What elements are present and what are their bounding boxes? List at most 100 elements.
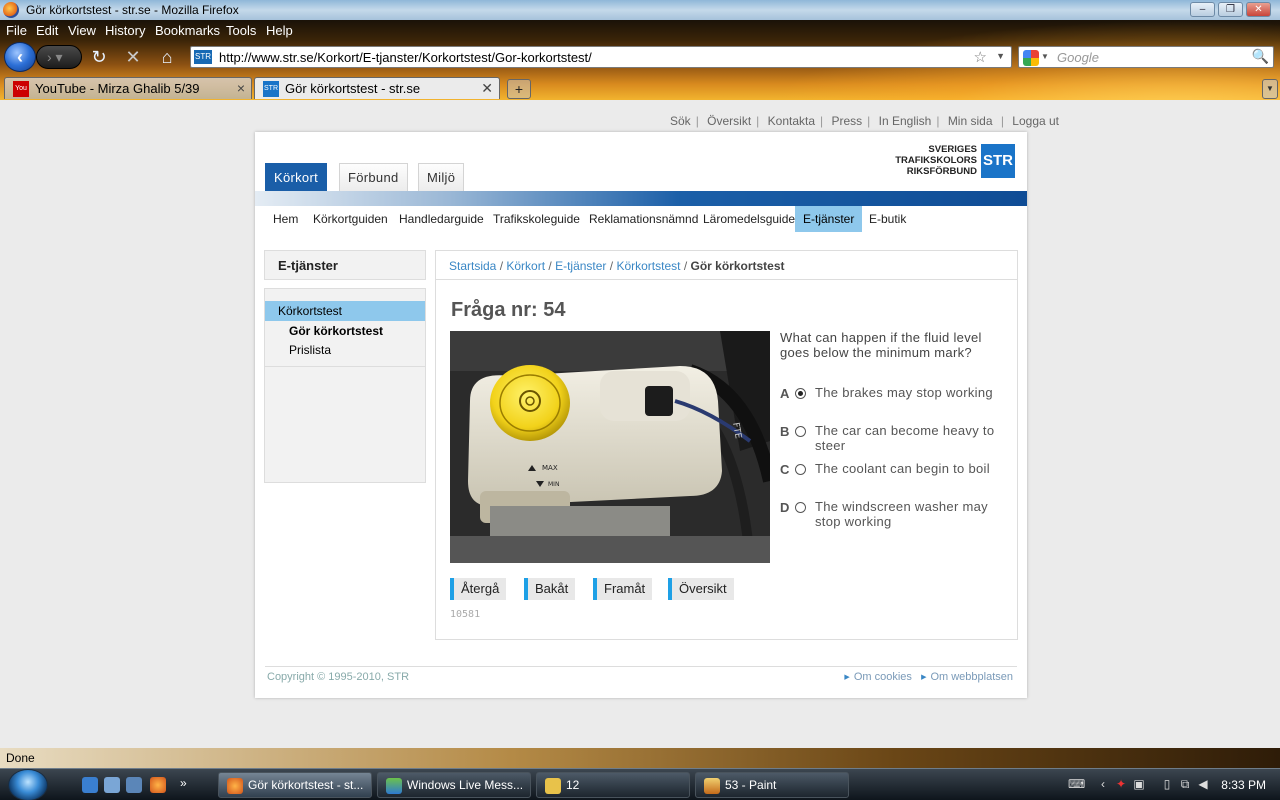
forward-button[interactable]: › ▾	[36, 45, 82, 69]
question-title: Fråga nr: 54	[451, 299, 566, 321]
address-bar[interactable]: STR http://www.str.se/Korkort/E-tjanster…	[190, 46, 1012, 68]
breadcrumb-korkortstest[interactable]: Körkortstest	[616, 259, 680, 273]
new-tab-button[interactable]: +	[507, 79, 531, 99]
keyboard-icon[interactable]: ⌨	[1068, 777, 1085, 791]
subnav-e-butik[interactable]: E-butik	[861, 206, 914, 232]
taskbar-button-paint[interactable]: 53 - Paint	[695, 772, 849, 798]
option-text[interactable]: The car can become heavy to steer	[815, 423, 1010, 453]
tab-youtube[interactable]: You YouTube - Mirza Ghalib 5/39 ×	[4, 77, 252, 99]
subnav-laromedelsguide[interactable]: Läromedelsguide	[695, 206, 803, 232]
toplink-logga-ut[interactable]: Logga ut	[1012, 114, 1059, 128]
answer-option-a[interactable]: A The brakes may stop working	[780, 385, 1010, 417]
search-placeholder[interactable]: Google	[1057, 50, 1099, 65]
history-dropdown-icon[interactable]: ▼	[996, 51, 1005, 61]
tab-forbund[interactable]: Förbund	[339, 163, 408, 191]
subnav-e-tjanster[interactable]: E-tjänster	[795, 206, 863, 232]
option-radio[interactable]	[795, 426, 806, 437]
tab-korkort[interactable]: Körkort	[265, 163, 328, 191]
address-url[interactable]: http://www.str.se/Korkort/E-tjanster/Kor…	[219, 50, 592, 65]
quicklaunch-overflow-icon[interactable]: »	[180, 777, 196, 793]
bookmark-star-icon[interactable]: ☆	[974, 48, 987, 66]
acrobat-icon[interactable]: ✦	[1114, 777, 1128, 791]
reload-icon[interactable]: ↻	[88, 47, 110, 67]
oversikt-button[interactable]: Översikt	[668, 578, 734, 600]
tab-str[interactable]: STR Gör körkortstest - str.se ✕	[254, 77, 500, 99]
volume-icon[interactable]: ◀	[1196, 777, 1210, 791]
taskbar-button-firefox[interactable]: Gör körkortstest - st...	[218, 772, 372, 798]
stop-icon[interactable]: ✕	[122, 47, 144, 67]
google-icon[interactable]	[1023, 50, 1039, 66]
str-logo[interactable]: SVERIGES TRAFIKSKOLORS RIKSFÖRBUND STR	[891, 144, 1015, 178]
atergå-button[interactable]: Återgå	[450, 578, 507, 600]
option-radio[interactable]	[795, 388, 806, 399]
breadcrumb-korkort[interactable]: Körkort	[506, 259, 545, 273]
tab-miljo[interactable]: Miljö	[418, 163, 465, 191]
subnav-reklamationsnamnd[interactable]: Reklamationsnämnd	[581, 206, 706, 232]
footer-divider	[265, 666, 1017, 667]
sidebar-item-korkortstest[interactable]: Körkortstest	[265, 301, 425, 321]
maximize-button[interactable]: ❐	[1218, 2, 1243, 17]
menu-bookmarks[interactable]: Bookmarks	[155, 23, 220, 38]
footer-link-cookies[interactable]: Om cookies	[854, 671, 912, 683]
clock[interactable]: 8:33 PM	[1221, 778, 1266, 792]
menu-help[interactable]: Help	[266, 23, 293, 38]
subnav-handledarguide[interactable]: Handledarguide	[391, 206, 492, 232]
search-icon[interactable]: 🔍	[1252, 48, 1269, 65]
menu-view[interactable]: View	[68, 23, 96, 38]
blue-divider-bar	[255, 191, 1027, 206]
photo-label-max: MAX	[542, 464, 558, 472]
switch-windows-icon[interactable]	[126, 777, 142, 793]
toplink-oversikt[interactable]: Översikt	[707, 114, 751, 128]
answer-option-b[interactable]: B The car can become heavy to steer	[780, 423, 1010, 455]
back-button[interactable]: ‹	[4, 42, 36, 72]
paint-icon	[704, 778, 720, 794]
taskbar-button-folder[interactable]: 12	[536, 772, 690, 798]
site-identity-icon[interactable]: STR	[194, 50, 212, 64]
start-button[interactable]	[8, 769, 48, 800]
menu-tools[interactable]: Tools	[226, 23, 256, 38]
menu-file[interactable]: File	[6, 23, 27, 38]
option-radio[interactable]	[795, 502, 806, 513]
engine-dropdown-icon[interactable]: ▼	[1041, 52, 1049, 61]
network-icon[interactable]: ⧉	[1178, 777, 1192, 791]
footer-link-webbplatsen[interactable]: Om webbplatsen	[930, 671, 1013, 683]
framat-button[interactable]: Framåt	[593, 578, 653, 600]
battery-icon[interactable]: ▯	[1160, 777, 1174, 791]
breadcrumb-e-tjanster[interactable]: E-tjänster	[555, 259, 606, 273]
toplink-kontakta[interactable]: Kontakta	[768, 114, 815, 128]
breadcrumb-startsida[interactable]: Startsida	[449, 259, 496, 273]
toplink-min-sida[interactable]: Min sida	[948, 114, 993, 128]
search-bar[interactable]: ▼ Google 🔍	[1018, 46, 1274, 68]
option-text[interactable]: The coolant can begin to boil	[815, 461, 1010, 476]
subnav-korkortguiden[interactable]: Körkortguiden	[305, 206, 396, 232]
close-tab-icon[interactable]: ✕	[481, 80, 493, 97]
option-radio[interactable]	[795, 464, 806, 475]
sidebar-item-prislista[interactable]: Prislista	[289, 343, 331, 357]
tray-expand-icon[interactable]: ‹	[1096, 777, 1110, 791]
show-desktop-icon[interactable]	[104, 777, 120, 793]
taskbar-button-messenger[interactable]: Windows Live Mess...	[377, 772, 531, 798]
close-window-button[interactable]: ✕	[1246, 2, 1271, 17]
home-icon[interactable]: ⌂	[156, 47, 178, 67]
toplink-in-english[interactable]: In English	[879, 114, 932, 128]
device-icon[interactable]: ▣	[1132, 777, 1146, 791]
option-text[interactable]: The windscreen washer may stop working	[815, 499, 1010, 529]
subnav-hem[interactable]: Hem	[265, 206, 306, 232]
status-text: Done	[6, 751, 35, 765]
menu-history[interactable]: History	[105, 23, 145, 38]
menu-edit[interactable]: Edit	[36, 23, 58, 38]
bakat-button[interactable]: Bakåt	[524, 578, 576, 600]
sidebar-item-gor-korkortstest[interactable]: Gör körkortstest	[289, 324, 383, 338]
subnav-trafikskoleguide[interactable]: Trafikskoleguide	[485, 206, 588, 232]
tab-list-button[interactable]: ▼	[1262, 79, 1278, 99]
minimize-button[interactable]: –	[1190, 2, 1215, 17]
answer-option-d[interactable]: D The windscreen washer may stop working	[780, 499, 1010, 531]
toplink-press[interactable]: Press	[831, 114, 862, 128]
option-text[interactable]: The brakes may stop working	[815, 385, 1010, 400]
menubar: File Edit View History Bookmarks Tools H…	[0, 20, 1280, 40]
toplink-sok[interactable]: Sök	[670, 114, 691, 128]
firefox-quicklaunch-icon[interactable]	[150, 777, 166, 793]
ie-icon[interactable]	[82, 777, 98, 793]
close-tab-icon[interactable]: ×	[237, 80, 245, 96]
answer-option-c[interactable]: C The coolant can begin to boil	[780, 461, 1010, 493]
